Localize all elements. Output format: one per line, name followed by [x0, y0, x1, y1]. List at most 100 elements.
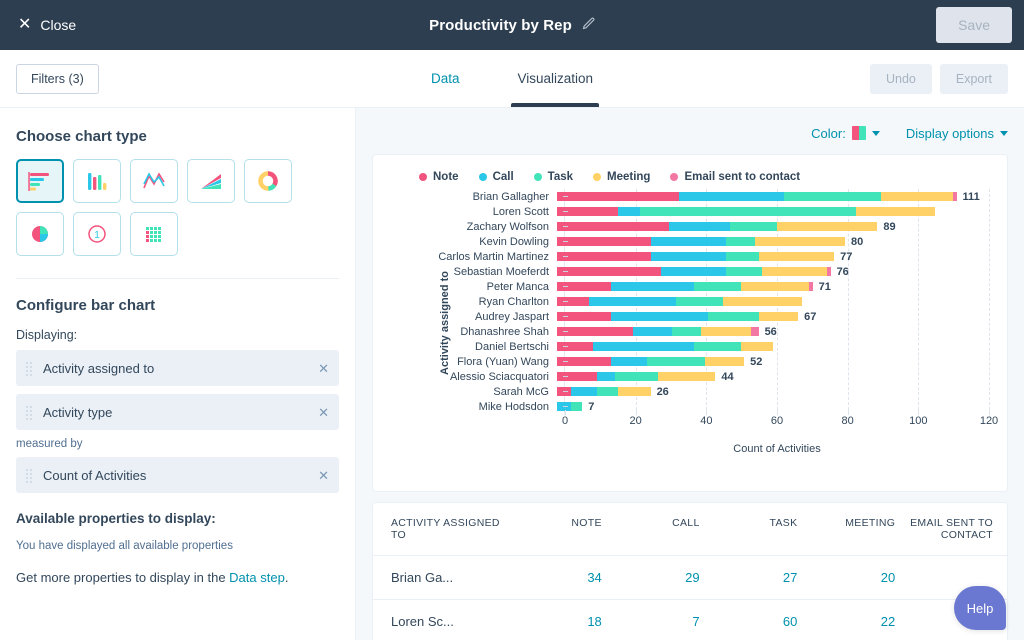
bar-segment[interactable]: [758, 252, 835, 261]
bar-segment[interactable]: [726, 237, 755, 246]
bar-segment[interactable]: [726, 252, 759, 261]
bar-segment[interactable]: [668, 222, 730, 231]
bar-segment[interactable]: [571, 387, 597, 396]
bar-segment[interactable]: [557, 327, 633, 336]
close-button[interactable]: ✕ Close: [12, 13, 82, 37]
property-count-of-activities[interactable]: Count of Activities ✕: [16, 457, 339, 493]
legend-item-4[interactable]: Email sent to contact: [670, 171, 800, 183]
bar-segment[interactable]: [679, 192, 784, 201]
bar-segment[interactable]: [596, 387, 619, 396]
bar-segment[interactable]: [758, 312, 799, 321]
drag-handle-icon[interactable]: [26, 468, 33, 483]
bar-segment[interactable]: [571, 402, 583, 411]
donut-chart-type[interactable]: [244, 159, 292, 203]
bar-segment[interactable]: [700, 327, 752, 336]
legend-item-2[interactable]: Task: [533, 171, 573, 183]
bar-segment[interactable]: [592, 342, 694, 351]
table-cell-value[interactable]: 27: [713, 555, 812, 600]
table-column-header[interactable]: TASK: [713, 503, 812, 556]
tab-data[interactable]: Data: [425, 50, 466, 107]
remove-icon[interactable]: ✕: [318, 362, 329, 375]
bar-segment[interactable]: [762, 267, 827, 276]
bar-segment[interactable]: [596, 372, 615, 381]
legend-item-1[interactable]: Call: [478, 171, 514, 183]
bar-segment[interactable]: [611, 282, 694, 291]
bar-segment[interactable]: [557, 237, 651, 246]
bar-segment[interactable]: [646, 357, 705, 366]
bar-segment[interactable]: [808, 282, 813, 291]
remove-icon[interactable]: ✕: [318, 406, 329, 419]
bar-segment[interactable]: [704, 357, 745, 366]
bar-segment[interactable]: [693, 282, 741, 291]
bar-segment[interactable]: [557, 222, 669, 231]
bar-segment[interactable]: [672, 327, 701, 336]
color-picker[interactable]: Color:: [811, 126, 880, 141]
bar-segment[interactable]: [639, 207, 856, 216]
bar-segment[interactable]: [740, 282, 809, 291]
bar-segment[interactable]: [614, 372, 658, 381]
remove-icon[interactable]: ✕: [318, 469, 329, 482]
bar-segment[interactable]: [650, 252, 727, 261]
drag-handle-icon[interactable]: [26, 405, 33, 420]
table-cell-value[interactable]: 60: [713, 599, 812, 640]
bar-segment[interactable]: [726, 267, 763, 276]
table-column-header[interactable]: CALL: [615, 503, 714, 556]
bar-segment[interactable]: [952, 192, 957, 201]
export-button[interactable]: Export: [939, 63, 1008, 94]
bar-segment[interactable]: [693, 342, 741, 351]
pie-chart-type[interactable]: [16, 212, 64, 256]
bar-segment[interactable]: [557, 192, 680, 201]
table-column-header[interactable]: EMAIL SENT TO CONTACT: [909, 503, 1007, 556]
table-column-header[interactable]: ACTIVITY ASSIGNED TO: [373, 503, 518, 556]
bar-segment[interactable]: [675, 297, 723, 306]
bar-segment[interactable]: [650, 237, 727, 246]
line-chart-type[interactable]: [130, 159, 178, 203]
tab-visualization[interactable]: Visualization: [511, 50, 599, 107]
bar-segment[interactable]: [776, 222, 878, 231]
table-column-header[interactable]: MEETING: [811, 503, 910, 556]
bar-segment[interactable]: [708, 312, 759, 321]
single-value-chart-type[interactable]: 1: [73, 212, 121, 256]
bar-segment[interactable]: [557, 252, 651, 261]
pencil-icon[interactable]: [581, 17, 595, 34]
bar-segment[interactable]: [722, 297, 802, 306]
table-cell-value[interactable]: 18: [518, 599, 616, 640]
bar-segment[interactable]: [729, 222, 777, 231]
bar-segment[interactable]: [855, 207, 935, 216]
bar-segment[interactable]: [557, 267, 662, 276]
bar-segment[interactable]: [589, 297, 676, 306]
property-activity-assigned-to[interactable]: Activity assigned to ✕: [16, 350, 339, 386]
table-cell-value[interactable]: 7: [615, 599, 714, 640]
table-cell-value[interactable]: 20: [811, 555, 910, 600]
bar-segment[interactable]: [557, 297, 590, 306]
bar-segment[interactable]: [618, 207, 640, 216]
area-chart-type[interactable]: [187, 159, 235, 203]
table-cell-value[interactable]: 29: [615, 555, 714, 600]
vertical-bar-chart-type[interactable]: [73, 159, 121, 203]
bar-segment[interactable]: [657, 372, 716, 381]
bar-segment[interactable]: [611, 357, 647, 366]
bar-segment[interactable]: [751, 327, 759, 336]
drag-handle-icon[interactable]: [26, 361, 33, 376]
table-cell-value[interactable]: 34: [518, 555, 616, 600]
bar-segment[interactable]: [783, 192, 881, 201]
bar-segment[interactable]: [611, 312, 709, 321]
table-cell-value[interactable]: 22: [811, 599, 910, 640]
bar-segment[interactable]: [632, 327, 673, 336]
undo-button[interactable]: Undo: [869, 63, 932, 94]
legend-item-3[interactable]: Meeting: [593, 171, 650, 183]
bar-segment[interactable]: [880, 192, 953, 201]
table-column-header[interactable]: NOTE: [518, 503, 616, 556]
help-button[interactable]: Help: [954, 586, 1006, 630]
bar-segment[interactable]: [740, 342, 773, 351]
property-activity-type[interactable]: Activity type ✕: [16, 394, 339, 430]
horizontal-bar-chart-type[interactable]: [16, 159, 64, 203]
table-chart-type[interactable]: [130, 212, 178, 256]
display-options-dropdown[interactable]: Display options: [906, 126, 1008, 141]
bar-segment[interactable]: [754, 237, 845, 246]
bar-segment[interactable]: [618, 387, 651, 396]
bar-segment[interactable]: [661, 267, 727, 276]
bar-segment[interactable]: [826, 267, 831, 276]
save-button[interactable]: Save: [936, 7, 1012, 43]
legend-item-0[interactable]: Note: [419, 171, 459, 183]
